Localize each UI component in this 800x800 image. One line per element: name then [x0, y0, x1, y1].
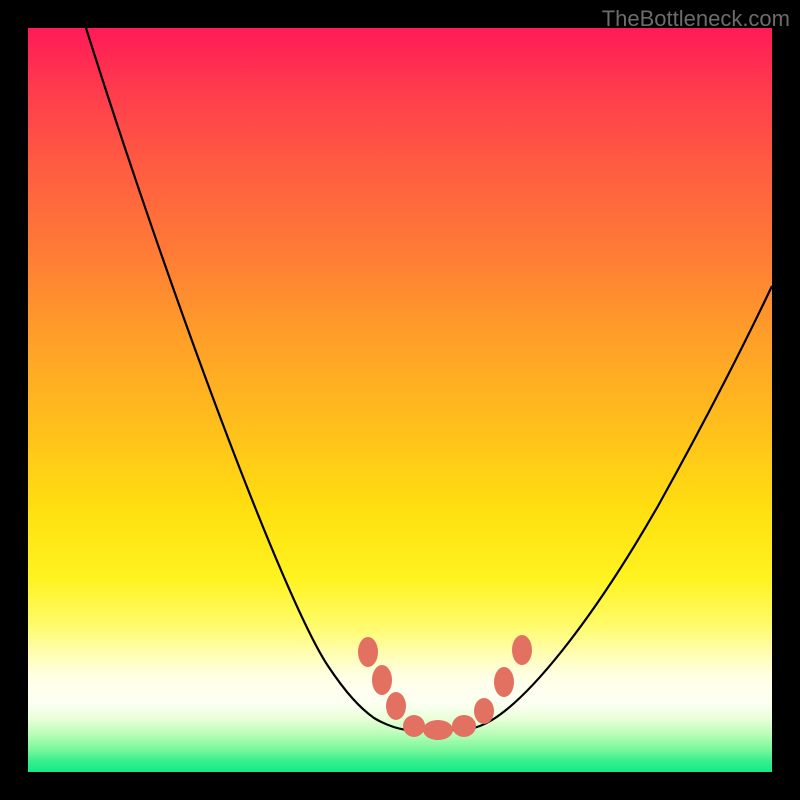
curve-left	[86, 28, 406, 730]
data-dot	[512, 635, 532, 665]
data-dot	[403, 715, 425, 737]
data-dot	[372, 665, 392, 695]
data-dot	[423, 720, 453, 740]
curve-right	[466, 286, 772, 730]
data-dot	[386, 692, 406, 720]
watermark-label: TheBottleneck.com	[602, 6, 790, 32]
bottleneck-curve-svg	[28, 28, 772, 772]
data-dot	[452, 715, 476, 737]
data-dot	[358, 637, 378, 667]
chart-frame: TheBottleneck.com	[0, 0, 800, 800]
data-dot	[474, 698, 494, 724]
data-dot	[494, 667, 514, 697]
